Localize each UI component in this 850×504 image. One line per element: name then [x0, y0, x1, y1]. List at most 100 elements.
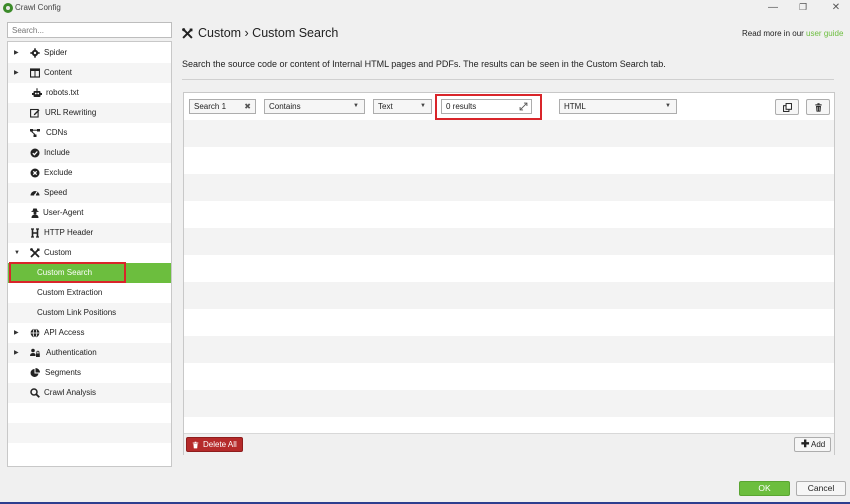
- expand-caret-icon[interactable]: ▶: [14, 323, 19, 343]
- sidebar-item-label: Authentication: [46, 348, 97, 357]
- close-button[interactable]: ✕: [826, 1, 846, 14]
- duplicate-button[interactable]: [775, 99, 799, 115]
- ok-button[interactable]: OK: [739, 481, 790, 496]
- results-highlight: [435, 94, 542, 120]
- divider: [182, 79, 834, 80]
- sidebar-item-speed[interactable]: Speed: [8, 183, 171, 203]
- edit-icon: [30, 108, 40, 118]
- sidebar-item-crawl-analysis[interactable]: Crawl Analysis: [8, 383, 171, 403]
- plus-icon: ✚: [801, 439, 810, 450]
- copy-icon: [783, 103, 792, 112]
- collapse-caret-icon[interactable]: ▼: [14, 243, 20, 263]
- app-logo-icon: [3, 3, 13, 13]
- h-icon: [30, 228, 40, 238]
- sidebar-item-label: Include: [44, 148, 70, 157]
- sidebar-item-custom-extraction[interactable]: Custom Extraction: [8, 283, 171, 303]
- sidebar-item-label: Content: [44, 68, 73, 77]
- sidebar-item-api-access[interactable]: ▶ API Access: [8, 323, 171, 343]
- expand-caret-icon[interactable]: ▶: [14, 63, 19, 83]
- empty-row: [184, 417, 834, 433]
- tree-empty-row: [8, 443, 171, 463]
- chevron-down-icon: ▼: [420, 103, 426, 109]
- sidebar-item-label: URL Rewriting: [45, 108, 97, 117]
- globe-icon: [30, 328, 40, 338]
- sidebar-item-authentication[interactable]: ▶ Authentication: [8, 343, 171, 363]
- columns-icon: [30, 68, 40, 78]
- search-name-value: Search 1: [194, 102, 227, 111]
- delete-row-button[interactable]: [806, 99, 830, 115]
- tree-empty-row: [8, 423, 171, 443]
- pie-icon: [30, 368, 40, 378]
- empty-row: [184, 120, 834, 147]
- x-circle-icon: [30, 168, 40, 178]
- expand-caret-icon[interactable]: ▶: [14, 343, 19, 363]
- sidebar-item-cdns[interactable]: CDNs: [8, 123, 171, 143]
- sidebar-item-label: Exclude: [44, 168, 73, 177]
- sidebar-item-http-header[interactable]: HTTP Header: [8, 223, 171, 243]
- read-more-text: Read more in our user guide: [742, 29, 843, 38]
- sidebar-search-input[interactable]: [7, 22, 172, 38]
- network-icon: [30, 128, 40, 138]
- sidebar-item-label: User-Agent: [43, 208, 84, 217]
- type-value: Text: [378, 102, 393, 111]
- sidebar-item-label: API Access: [44, 328, 85, 337]
- empty-row: [184, 201, 834, 228]
- sidebar-item-label: Custom Extraction: [37, 288, 103, 297]
- sidebar-item-label: Crawl Analysis: [44, 388, 97, 397]
- sidebar-item-segments[interactable]: Segments: [8, 363, 171, 383]
- chevron-down-icon: ▼: [665, 103, 671, 109]
- config-tree: ▶ Spider ▶ Content robots.txt URL Rewrit…: [7, 41, 172, 467]
- sidebar-item-label: Spider: [44, 48, 68, 57]
- sidebar-item-include[interactable]: Include: [8, 143, 171, 163]
- tools-icon: [30, 248, 40, 258]
- sidebar-item-label: Segments: [45, 368, 82, 377]
- add-button[interactable]: ✚ Add: [794, 437, 831, 452]
- chevron-down-icon: ▼: [353, 103, 359, 109]
- sidebar-item-custom-link-positions[interactable]: Custom Link Positions: [8, 303, 171, 323]
- sidebar-item-user-agent[interactable]: User-Agent: [8, 203, 171, 223]
- sidebar-item-label: Speed: [44, 188, 68, 197]
- delete-all-button[interactable]: Delete All: [186, 437, 243, 452]
- read-more-prefix: Read more in our: [742, 29, 807, 38]
- operator-select[interactable]: Contains ▼: [264, 99, 365, 114]
- sidebar-item-label: Custom: [44, 248, 72, 257]
- scope-select[interactable]: HTML ▼: [559, 99, 677, 114]
- minimize-button[interactable]: —: [763, 1, 783, 14]
- window-titlebar: Crawl Config — ❐ ✕: [0, 0, 850, 16]
- trash-icon: [192, 441, 199, 449]
- gear-icon: [30, 48, 40, 58]
- add-label: Add: [811, 440, 826, 449]
- sidebar-item-content[interactable]: ▶ Content: [8, 63, 171, 83]
- sidebar-item-robots[interactable]: robots.txt: [8, 83, 171, 103]
- sidebar-item-label: HTTP Header: [44, 228, 94, 237]
- panel-footer: [184, 433, 834, 455]
- sidebar-item-spider[interactable]: ▶ Spider: [8, 43, 171, 63]
- type-select[interactable]: Text ▼: [373, 99, 432, 114]
- delete-all-label: Delete All: [203, 440, 237, 449]
- empty-row: [184, 228, 834, 255]
- sidebar-item-exclude[interactable]: Exclude: [8, 163, 171, 183]
- empty-row: [184, 363, 834, 390]
- robot-icon: [32, 88, 42, 98]
- empty-row: [184, 282, 834, 309]
- maximize-button[interactable]: ❐: [793, 1, 813, 14]
- empty-row: [184, 336, 834, 363]
- operator-value: Contains: [269, 102, 301, 111]
- expand-caret-icon[interactable]: ▶: [14, 43, 19, 63]
- sidebar-item-custom[interactable]: ▼ Custom: [8, 243, 171, 263]
- empty-row: [184, 390, 834, 417]
- user-guide-link[interactable]: user guide: [806, 29, 843, 38]
- check-circle-icon: [30, 148, 40, 158]
- trash-icon: [815, 103, 822, 112]
- tree-empty-row: [8, 403, 171, 423]
- clear-icon[interactable]: ✖: [244, 100, 251, 113]
- empty-row: [184, 309, 834, 336]
- sidebar-item-url-rewriting[interactable]: URL Rewriting: [8, 103, 171, 123]
- search-name-field[interactable]: Search 1 ✖: [189, 99, 256, 114]
- scope-value: HTML: [564, 102, 586, 111]
- sidebar-item-label: robots.txt: [46, 88, 79, 97]
- tools-icon: [182, 28, 193, 39]
- users-lock-icon: [30, 348, 40, 358]
- custom-search-panel: [183, 92, 835, 455]
- cancel-button[interactable]: Cancel: [796, 481, 846, 496]
